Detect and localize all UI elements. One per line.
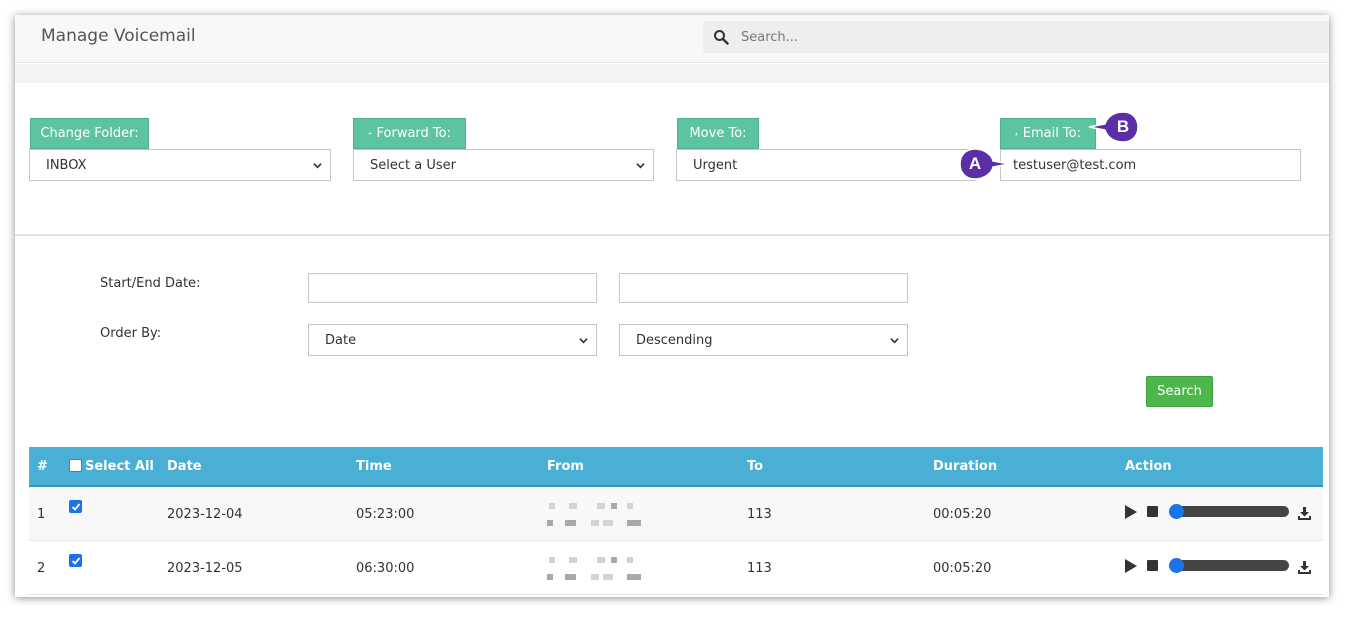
forward-user-select[interactable]: Select a User — [353, 149, 654, 181]
start-date-input[interactable] — [308, 273, 597, 303]
end-date-input[interactable] — [619, 273, 908, 303]
stop-icon[interactable] — [1147, 560, 1158, 571]
chevron-down-icon — [579, 338, 588, 344]
share-icon — [368, 132, 372, 135]
order-field-value: Date — [325, 332, 357, 348]
move-to-label: Move To: — [689, 126, 747, 141]
col-action: Action — [1125, 459, 1172, 474]
voicemail-window: Manage Voicemail Change Folder: INBOX Fo… — [15, 15, 1329, 597]
col-to: To — [747, 459, 764, 474]
row-from-redacted — [547, 501, 647, 531]
row-num: 1 — [37, 507, 46, 522]
row-checkbox[interactable] — [69, 554, 82, 567]
col-from: From — [547, 459, 584, 474]
col-date: Date — [167, 459, 202, 474]
folder-select-value: INBOX — [46, 157, 87, 173]
sub-bar — [15, 64, 1329, 83]
table-row: 2 2023-12-05 06:30:00 113 00:05:20 — [29, 541, 1323, 595]
col-num: # — [37, 459, 48, 474]
chevron-down-icon — [890, 338, 899, 344]
row-time: 05:23:00 — [356, 507, 415, 522]
playback-slider[interactable] — [1169, 504, 1289, 519]
table-header: # Select All Date Time From To Duration … — [29, 447, 1323, 487]
date-range-label: Start/End Date: — [100, 276, 201, 291]
page-title: Manage Voicemail — [41, 26, 196, 46]
playback-slider[interactable] — [1169, 558, 1289, 573]
row-time: 06:30:00 — [356, 561, 415, 576]
col-time: Time — [356, 459, 392, 474]
forward-to-label: Forward To: — [376, 126, 451, 141]
slider-thumb[interactable] — [1169, 558, 1184, 573]
order-direction-select[interactable]: Descending — [619, 324, 908, 356]
search-icon — [714, 30, 729, 45]
search-input[interactable] — [741, 21, 1301, 53]
col-duration: Duration — [933, 459, 998, 474]
play-icon[interactable] — [1125, 559, 1137, 573]
section-divider — [15, 234, 1329, 236]
row-duration: 00:05:20 — [933, 561, 992, 576]
row-to: 113 — [747, 561, 772, 576]
stop-icon[interactable] — [1147, 506, 1158, 517]
row-date: 2023-12-05 — [167, 561, 243, 576]
table-row: 1 2023-12-04 05:23:00 113 00:05:20 — [29, 487, 1323, 541]
col-select-all: Select All — [85, 459, 154, 474]
row-to: 113 — [747, 507, 772, 522]
download-icon[interactable] — [1298, 507, 1311, 520]
row-num: 2 — [37, 561, 46, 576]
email-to-label: Email To: — [1022, 126, 1081, 141]
voicemail-table: # Select All Date Time From To Duration … — [29, 447, 1323, 595]
forward-user-value: Select a User — [370, 157, 456, 173]
upload-icon — [1015, 132, 1018, 135]
email-to-value: testuser@test.com — [1013, 157, 1137, 173]
order-by-label: Order By: — [100, 326, 162, 341]
chevron-down-icon — [636, 163, 645, 169]
row-from-redacted — [547, 555, 647, 585]
search-button[interactable]: Search — [1146, 376, 1213, 407]
chevron-down-icon — [313, 163, 322, 169]
row-checkbox[interactable] — [69, 500, 82, 513]
play-icon[interactable] — [1125, 505, 1137, 519]
move-to-button[interactable]: Move To: — [677, 118, 759, 149]
order-direction-value: Descending — [636, 332, 713, 348]
change-folder-button[interactable]: Change Folder: — [30, 118, 149, 149]
row-date: 2023-12-04 — [167, 507, 243, 522]
callout-a: A — [968, 154, 982, 173]
move-to-value: Urgent — [693, 157, 738, 173]
header-bar: Manage Voicemail — [15, 15, 1329, 63]
select-all-checkbox[interactable] — [69, 459, 82, 472]
change-folder-label: Change Folder: — [40, 126, 139, 141]
email-to-input[interactable]: testuser@test.com — [1000, 149, 1301, 181]
move-to-field[interactable]: Urgent — [676, 149, 976, 181]
forward-to-button[interactable]: Forward To: — [353, 118, 466, 149]
order-field-select[interactable]: Date — [308, 324, 597, 356]
callout-b: B — [1116, 117, 1130, 136]
slider-thumb[interactable] — [1169, 504, 1184, 519]
row-duration: 00:05:20 — [933, 507, 992, 522]
search-box[interactable] — [703, 21, 1329, 53]
download-icon[interactable] — [1298, 561, 1311, 574]
folder-select[interactable]: INBOX — [29, 149, 331, 181]
